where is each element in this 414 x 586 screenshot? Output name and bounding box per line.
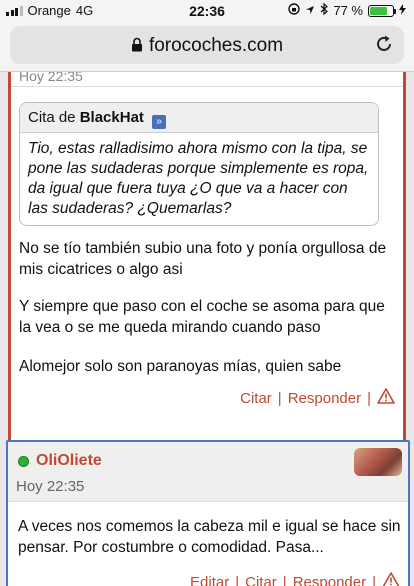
lock-icon	[131, 36, 143, 58]
post-actions: Citar | Responder |	[240, 388, 395, 408]
post-date: Hoy 22:35	[16, 478, 85, 495]
location-icon	[305, 3, 315, 18]
post-text: A veces nos comemos la cabeza mil e igua…	[18, 518, 401, 556]
battery-percent: 77 %	[333, 3, 363, 18]
quote-box: Cita de BlackHat » Tio, estas ralladisim…	[19, 102, 379, 226]
browser-toolbar: forocoches.com	[0, 22, 414, 72]
status-icons: 77 %	[288, 2, 406, 18]
post-actions: Editar | Citar | Responder |	[190, 572, 400, 586]
battery-icon	[368, 4, 396, 17]
charging-icon	[399, 3, 406, 18]
divider	[11, 86, 403, 87]
url-text: forocoches.com	[148, 35, 284, 56]
quote-author[interactable]: BlackHat	[80, 109, 144, 126]
reply-button[interactable]: Responder	[288, 390, 361, 407]
thread-content: Hoy 22:35 Cita de BlackHat » Tio, estas …	[0, 72, 414, 586]
username[interactable]: OliOliete	[36, 452, 102, 470]
online-status-icon	[18, 456, 29, 467]
reply-button[interactable]: Responder	[293, 574, 366, 586]
post-paragraph: No se tío también subio una foto y ponía…	[19, 240, 387, 278]
post-paragraph: Alomejor solo son paranoyas mías, quien …	[19, 358, 342, 375]
separator: |	[235, 573, 240, 586]
post: OliOliete Hoy 22:35 A veces nos comemos …	[6, 440, 410, 586]
quote-header: Cita de BlackHat »	[20, 103, 378, 133]
separator: |	[277, 389, 282, 407]
view-post-icon[interactable]: »	[152, 115, 167, 129]
post-paragraph: Y siempre que paso con el coche se asoma…	[19, 298, 385, 336]
report-icon[interactable]	[382, 572, 400, 586]
url-display[interactable]: forocoches.com	[10, 35, 404, 58]
quote-text: Tio, estas ralladisimo ahora mismo con l…	[28, 140, 369, 217]
address-bar[interactable]: forocoches.com	[10, 26, 404, 64]
status-bar: Orange 4G 22:36 77 %	[0, 0, 414, 22]
separator: |	[367, 389, 371, 407]
lock-rotation-icon	[288, 3, 301, 18]
avatar[interactable]	[354, 448, 402, 476]
post-header: OliOliete Hoy 22:35	[8, 442, 408, 502]
separator: |	[372, 573, 376, 586]
quote-button[interactable]: Citar	[240, 390, 272, 407]
quote-button[interactable]: Citar	[245, 574, 277, 586]
reload-icon[interactable]	[374, 34, 394, 59]
post: Hoy 22:35 Cita de BlackHat » Tio, estas …	[8, 72, 406, 498]
post-date: Hoy 22:35	[19, 72, 83, 84]
separator: |	[282, 573, 287, 586]
report-icon[interactable]	[377, 388, 395, 408]
bluetooth-icon	[320, 2, 329, 18]
edit-button[interactable]: Editar	[190, 574, 229, 586]
quote-prefix: Cita de	[28, 109, 76, 126]
